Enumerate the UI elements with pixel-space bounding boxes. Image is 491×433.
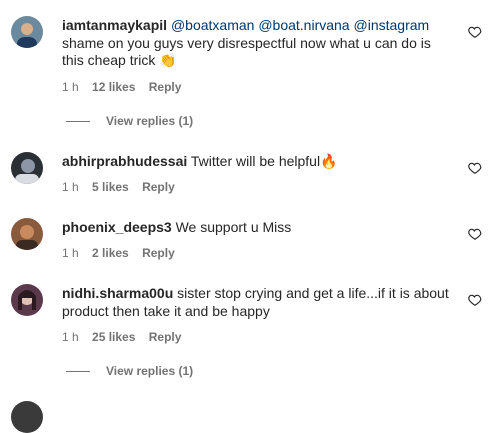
likes-count[interactable]: 2 likes [92, 246, 129, 260]
comment-time: 1 h [62, 180, 79, 194]
comment-meta: 1 h 2 likes Reply [62, 246, 185, 260]
divider-line [66, 121, 90, 123]
comment-time: 1 h [62, 80, 79, 94]
comment-username[interactable]: nidhi.sharma00u [62, 285, 173, 301]
heart-outline-icon[interactable] [468, 227, 482, 241]
comment-meta: 1 h 12 likes Reply [62, 80, 191, 94]
heart-outline-icon[interactable] [468, 161, 482, 175]
comment-username[interactable]: iamtanmaykapil [62, 17, 167, 33]
view-replies-label: View replies (1) [106, 364, 194, 378]
view-replies-button[interactable]: View replies (1) [66, 364, 193, 378]
avatar[interactable] [11, 401, 43, 433]
mention-link[interactable]: @instagram [354, 17, 430, 33]
comment-time: 1 h [62, 330, 79, 344]
comment-body: We support u Miss [175, 219, 292, 235]
comment-meta: 1 h 5 likes Reply [62, 180, 185, 194]
likes-count[interactable]: 25 likes [92, 330, 135, 344]
likes-count[interactable]: 12 likes [92, 80, 135, 94]
comment-username[interactable]: abhirprabhudessai [62, 153, 187, 169]
heart-outline-icon[interactable] [468, 293, 482, 307]
fire-emoji: 🔥 [320, 153, 338, 169]
avatar[interactable] [11, 218, 43, 250]
comment-body: shame on you guys very disrespectful now… [62, 34, 431, 69]
comment-meta: 1 h 25 likes Reply [62, 330, 191, 344]
comment-username[interactable]: phoenix_deeps3 [62, 219, 172, 235]
reply-button[interactable]: Reply [142, 246, 175, 260]
divider-line [66, 371, 90, 373]
mention-link[interactable]: @boatxaman [171, 17, 254, 33]
comment-time: 1 h [62, 246, 79, 260]
comment-text: abhirprabhudessai Twitter will be helpfu… [62, 153, 454, 171]
avatar[interactable] [11, 152, 43, 184]
clapping-hands-emoji: 👏 [159, 52, 177, 68]
avatar[interactable] [11, 16, 43, 48]
comment-text: iamtanmaykapil @boatxaman @boat.nirvana … [62, 17, 454, 70]
view-replies-button[interactable]: View replies (1) [66, 114, 193, 128]
view-replies-label: View replies (1) [106, 114, 194, 128]
mention-link[interactable]: @boat.nirvana [258, 17, 349, 33]
heart-outline-icon[interactable] [468, 25, 482, 39]
comment-body: Twitter will be helpful [190, 153, 321, 169]
reply-button[interactable]: Reply [149, 80, 182, 94]
comment-text: phoenix_deeps3 We support u Miss [62, 219, 454, 237]
likes-count[interactable]: 5 likes [92, 180, 129, 194]
avatar[interactable] [11, 284, 43, 316]
reply-button[interactable]: Reply [149, 330, 182, 344]
reply-button[interactable]: Reply [142, 180, 175, 194]
comment-text: nidhi.sharma00u sister stop crying and g… [62, 285, 454, 320]
